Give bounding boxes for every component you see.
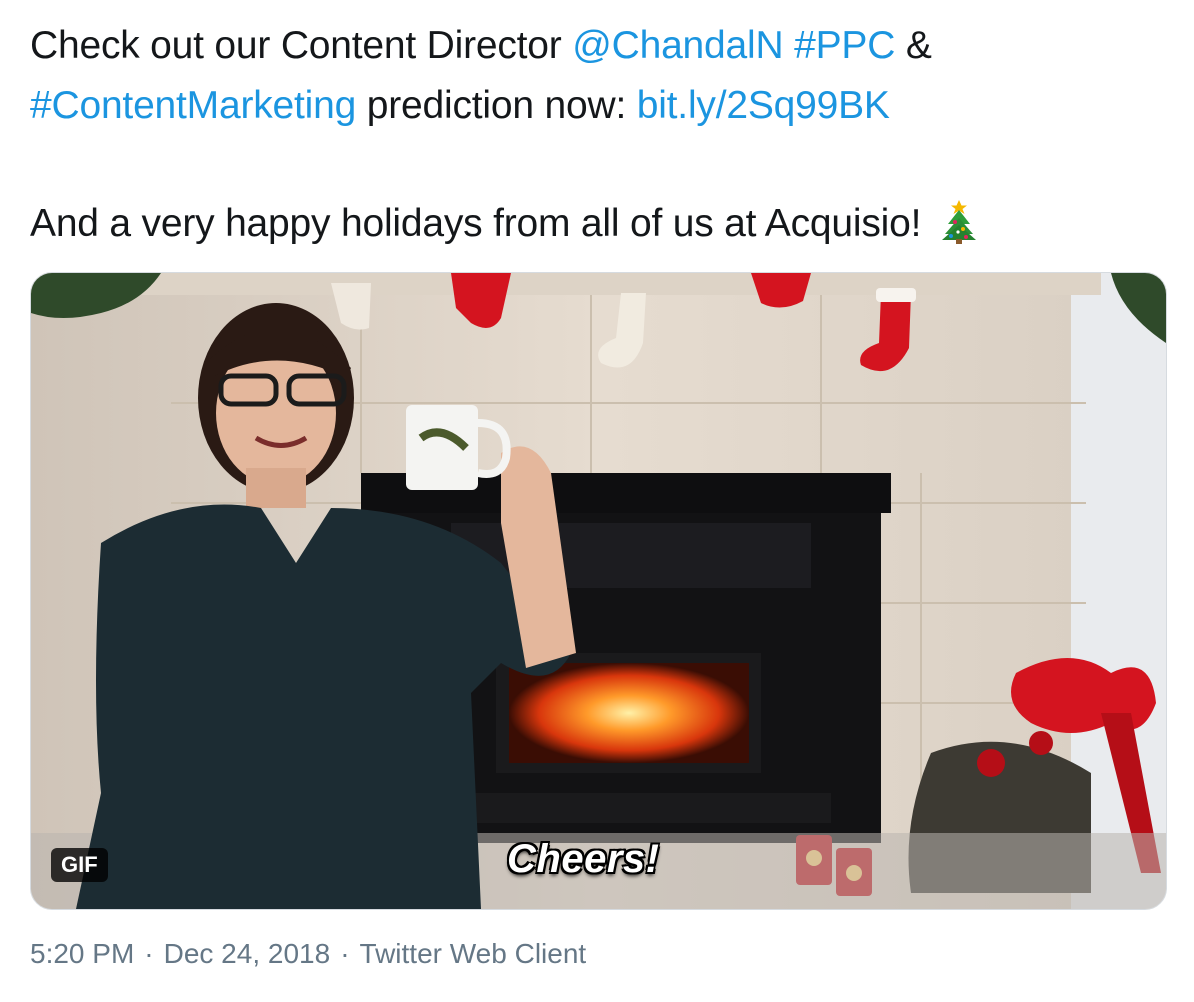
tweet-text-segment: Check out our Content Director [30, 24, 573, 67]
tweet-source-link[interactable]: Twitter Web Client [360, 938, 587, 969]
tweet-text-segment: prediction now: [356, 84, 637, 127]
gif-media[interactable]: GIF Cheers! [30, 272, 1167, 910]
tweet-date[interactable]: Dec 24, 2018 [164, 938, 331, 969]
tweet-line-1: Check out our Content Director @ChandalN… [30, 16, 1170, 76]
gif-scene-image [31, 273, 1166, 909]
gif-caption: Cheers! [507, 837, 660, 881]
meta-separator: · [144, 938, 154, 969]
gif-badge: GIF [51, 848, 108, 882]
tweet-line-2: #ContentMarketing prediction now: bit.ly… [30, 76, 1170, 136]
meta-separator: · [340, 938, 350, 969]
hashtag-ppc-link[interactable]: #PPC [794, 24, 895, 67]
christmas-tree-icon [941, 198, 977, 262]
hashtag-contentmarketing-link[interactable]: #ContentMarketing [30, 84, 356, 127]
tweet-line-3: And a very happy holidays from all of us… [30, 194, 1170, 254]
tweet-text: Check out our Content Director @ChandalN… [30, 16, 1170, 254]
url-link[interactable]: bit.ly/2Sq99BK [637, 84, 890, 127]
mention-link[interactable]: @ChandalN [572, 24, 783, 67]
tweet: Check out our Content Director @ChandalN… [0, 0, 1194, 1002]
tweet-text-segment: And a very happy holidays from all of us… [30, 202, 922, 245]
tweet-metadata: 5:20 PM · Dec 24, 2018 · Twitter Web Client [30, 938, 586, 970]
tweet-text-segment: & [895, 24, 932, 67]
tweet-time[interactable]: 5:20 PM [30, 938, 134, 969]
